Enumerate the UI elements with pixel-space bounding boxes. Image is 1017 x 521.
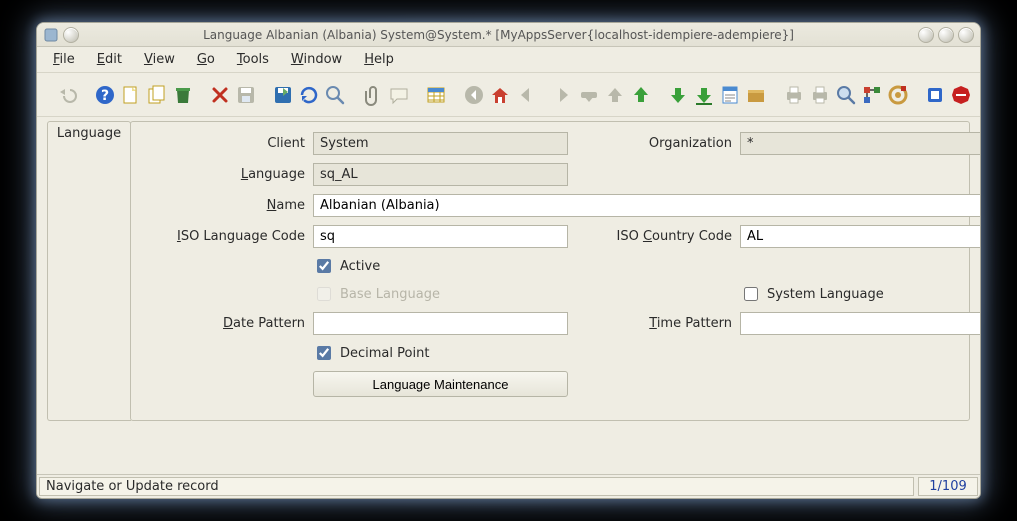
status-message: Navigate or Update record [39, 477, 914, 496]
checkbox-system-language[interactable] [744, 287, 758, 301]
toolbar-print-icon [809, 81, 831, 109]
checkbox-system-language-row: System Language [740, 284, 981, 304]
toolbar-report-icon[interactable] [719, 81, 741, 109]
checkbox-decimal-point-row: Decimal Point [313, 343, 568, 363]
toolbar-down-icon[interactable] [693, 81, 715, 109]
tab-label: Language [57, 126, 121, 141]
tab-language[interactable]: Language [47, 121, 131, 145]
checkbox-active-row: Active [313, 256, 568, 276]
app-icon [43, 27, 59, 43]
menu-view[interactable]: View [134, 49, 185, 70]
toolbar-help-icon[interactable]: ? [94, 81, 116, 109]
field-iso-language[interactable] [313, 225, 568, 248]
toolbar-find-icon[interactable] [324, 81, 346, 109]
label-decimal-point: Decimal Point [340, 346, 429, 361]
status-position: 1/109 [918, 477, 978, 496]
toolbar-next-icon [552, 81, 574, 109]
menu-edit[interactable]: Edit [87, 49, 132, 70]
minimize-button[interactable] [918, 27, 934, 43]
window-title: Language Albanian (Albania) System@Syste… [79, 28, 918, 42]
menu-window[interactable]: Window [281, 49, 352, 70]
toolbar-print-all-icon [783, 81, 805, 109]
field-iso-country[interactable] [740, 225, 981, 248]
toolbar-archive-icon[interactable] [745, 81, 767, 109]
toolbar-trash-icon[interactable] [172, 81, 194, 109]
menu-file[interactable]: File [43, 49, 85, 70]
label-language: Language [147, 167, 307, 182]
label-base-language: Base Language [340, 287, 440, 302]
label-name: Name [147, 198, 307, 213]
label-organization: Organization [574, 136, 734, 151]
field-client: System [313, 132, 568, 155]
checkbox-base-language-row: Base Language [313, 284, 568, 304]
titlebar-menu-button[interactable] [63, 27, 79, 43]
menubar: File Edit View Go Tools Window Help [37, 47, 980, 73]
toolbar-delete-x-icon[interactable] [209, 81, 231, 109]
label-time-pattern: Time Pattern [574, 316, 734, 331]
label-date-pattern: Date Pattern [147, 316, 307, 331]
toolbar-home-icon[interactable] [489, 81, 511, 109]
toolbar: ? [37, 73, 980, 117]
toolbar-arrow-up-icon[interactable] [630, 81, 652, 109]
checkbox-active[interactable] [317, 259, 331, 273]
toolbar-product-icon[interactable] [924, 81, 946, 109]
toolbar-undo-icon [56, 81, 78, 109]
body-area: Language Client System Organization * La… [37, 117, 980, 474]
toolbar-requery-icon[interactable] [298, 81, 320, 109]
close-window-button[interactable] [958, 27, 974, 43]
toolbar-prev-icon [515, 81, 537, 109]
form-panel: Client System Organization * Language sq… [130, 121, 970, 421]
menu-tools[interactable]: Tools [227, 49, 279, 70]
menu-help[interactable]: Help [354, 49, 404, 70]
toolbar-workflow-icon[interactable] [861, 81, 883, 109]
toolbar-arrow-down-icon[interactable] [667, 81, 689, 109]
field-language-code: sq_AL [313, 163, 568, 186]
toolbar-back-icon [463, 81, 485, 109]
label-iso-language: ISO Language Code [147, 229, 307, 244]
application-window: Language Albanian (Albania) System@Syste… [36, 22, 981, 499]
svg-text:?: ? [101, 88, 109, 104]
titlebar: Language Albanian (Albania) System@Syste… [37, 23, 980, 47]
statusbar: Navigate or Update record 1/109 [37, 474, 980, 498]
toolbar-copy-icon[interactable] [146, 81, 168, 109]
toolbar-last-icon [578, 81, 600, 109]
label-system-language: System Language [767, 287, 884, 302]
toolbar-grid-icon[interactable] [425, 81, 447, 109]
checkbox-base-language [317, 287, 331, 301]
checkbox-decimal-point[interactable] [317, 346, 331, 360]
toolbar-zoom-icon[interactable] [835, 81, 857, 109]
label-active: Active [340, 259, 380, 274]
label-iso-country: ISO Country Code [574, 229, 734, 244]
toolbar-refresh-icon[interactable] [272, 81, 294, 109]
maximize-button[interactable] [938, 27, 954, 43]
field-time-pattern[interactable] [740, 312, 981, 335]
field-name[interactable] [313, 194, 981, 217]
toolbar-save-icon [235, 81, 257, 109]
toolbar-up-icon [604, 81, 626, 109]
toolbar-attach-icon[interactable] [362, 81, 384, 109]
panel-side-border [47, 144, 131, 421]
field-organization: * [740, 132, 981, 155]
language-maintenance-button[interactable]: Language Maintenance [313, 371, 568, 397]
field-date-pattern[interactable] [313, 312, 568, 335]
toolbar-new-icon[interactable] [120, 81, 142, 109]
toolbar-exit-icon[interactable] [950, 81, 972, 109]
toolbar-process-icon[interactable] [887, 81, 909, 109]
label-client: Client [147, 136, 307, 151]
toolbar-chat-icon[interactable] [388, 81, 410, 109]
menu-go[interactable]: Go [187, 49, 225, 70]
